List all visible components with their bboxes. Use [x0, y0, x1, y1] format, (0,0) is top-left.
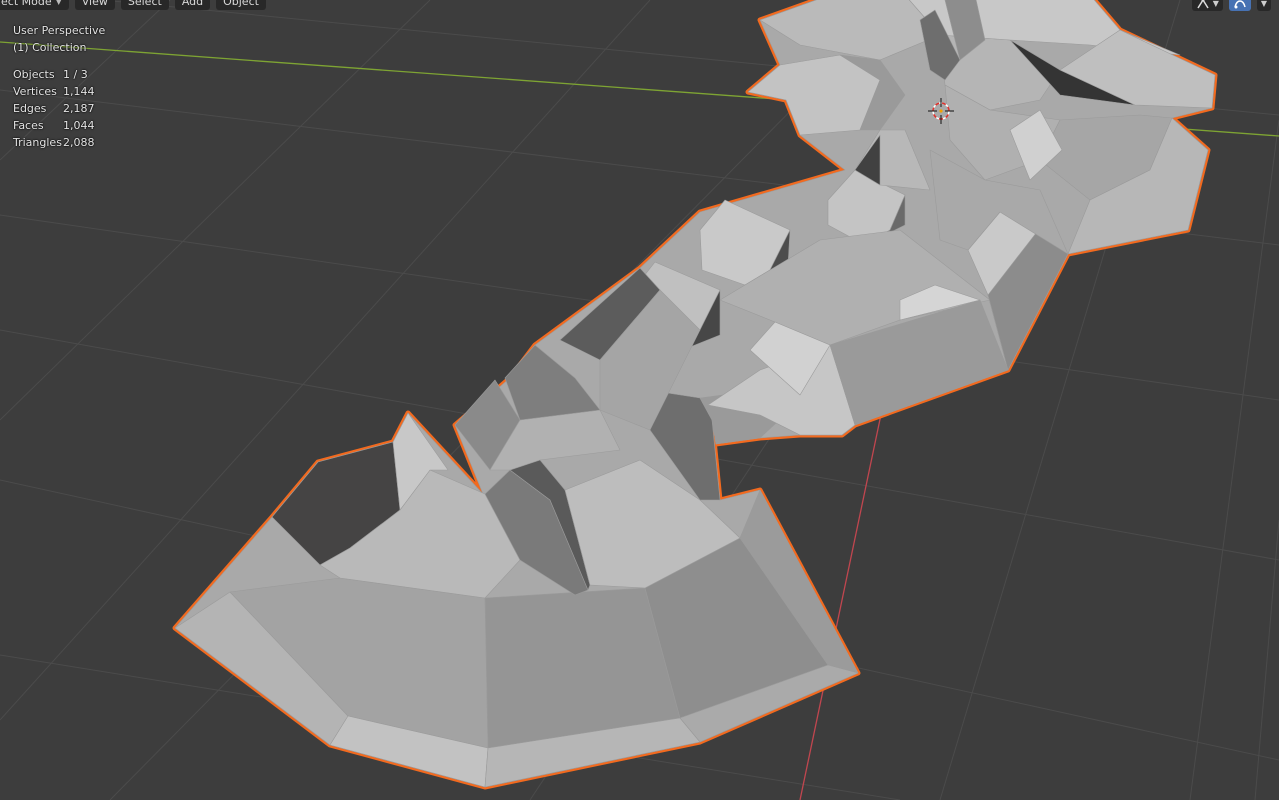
- stat-triangles: Triangles 2,088: [13, 136, 95, 149]
- chevron-down-icon: ▼: [1212, 0, 1219, 8]
- rock-mesh[interactable]: [174, 0, 1216, 788]
- select-menu[interactable]: Select: [120, 0, 169, 10]
- viewport-canvas[interactable]: [0, 0, 1279, 800]
- add-menu[interactable]: Add: [174, 0, 211, 10]
- stat-vertices: Vertices 1,144: [13, 85, 95, 98]
- overlays-icon: [1234, 0, 1246, 9]
- overlays-dropdown[interactable]: ▼: [1256, 0, 1271, 11]
- collection-label: (1) Collection: [13, 41, 87, 54]
- object-menu[interactable]: Object: [216, 0, 266, 10]
- viewport-info: User Perspective (1) Collection Objects …: [13, 22, 105, 151]
- object-mode-dropdown[interactable]: ect Mode ▼: [0, 0, 69, 10]
- viewport-toggles: ▼ ▼: [1191, 0, 1271, 11]
- gizmo-icon: [1197, 0, 1209, 9]
- perspective-label: User Perspective: [13, 24, 106, 37]
- chevron-down-icon: ▼: [1260, 0, 1267, 8]
- overlays-toggle[interactable]: [1228, 0, 1251, 11]
- stat-objects: Objects 1 / 3: [13, 68, 88, 81]
- gizmo-toggle[interactable]: ▼: [1191, 0, 1223, 11]
- stat-faces: Faces 1,044: [13, 119, 95, 132]
- chevron-down-icon: ▼: [55, 0, 62, 6]
- viewport-header: ect Mode ▼ View Select Add Object: [0, 0, 266, 10]
- stat-edges: Edges 2,187: [13, 102, 95, 115]
- view-menu[interactable]: View: [74, 0, 115, 10]
- mode-label: ect Mode: [1, 0, 52, 8]
- 3d-viewport[interactable]: [0, 0, 1279, 800]
